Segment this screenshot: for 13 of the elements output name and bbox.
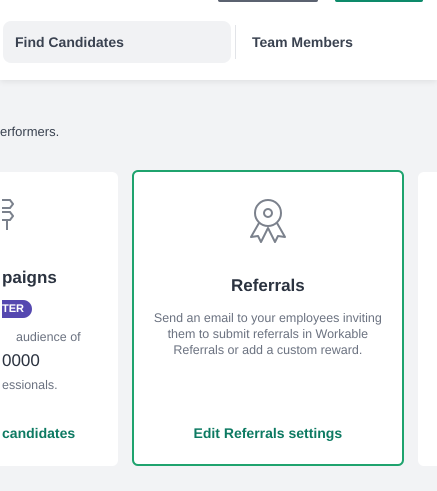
tab[interactable]: Find Candidates (3, 21, 231, 63)
card-link[interactable]: Edit Referrals settings (194, 425, 342, 441)
card-link[interactable]: candidates (2, 425, 116, 441)
card-description: Send an email to your employees inviting them to submit referrals in Workable Referrals or add a custom reward. (152, 310, 383, 358)
card-title: paigns (2, 268, 58, 288)
card-title: Referrals (230, 276, 305, 296)
card-text: 0000 (2, 351, 41, 371)
plan-badge: TER (2, 300, 32, 318)
signpost-icon (2, 196, 14, 230)
card-text: audience of (16, 330, 82, 344)
intro-text: erformers. (0, 124, 60, 139)
card-text: essionals. (2, 378, 59, 392)
tab[interactable]: Team Members (240, 21, 365, 63)
